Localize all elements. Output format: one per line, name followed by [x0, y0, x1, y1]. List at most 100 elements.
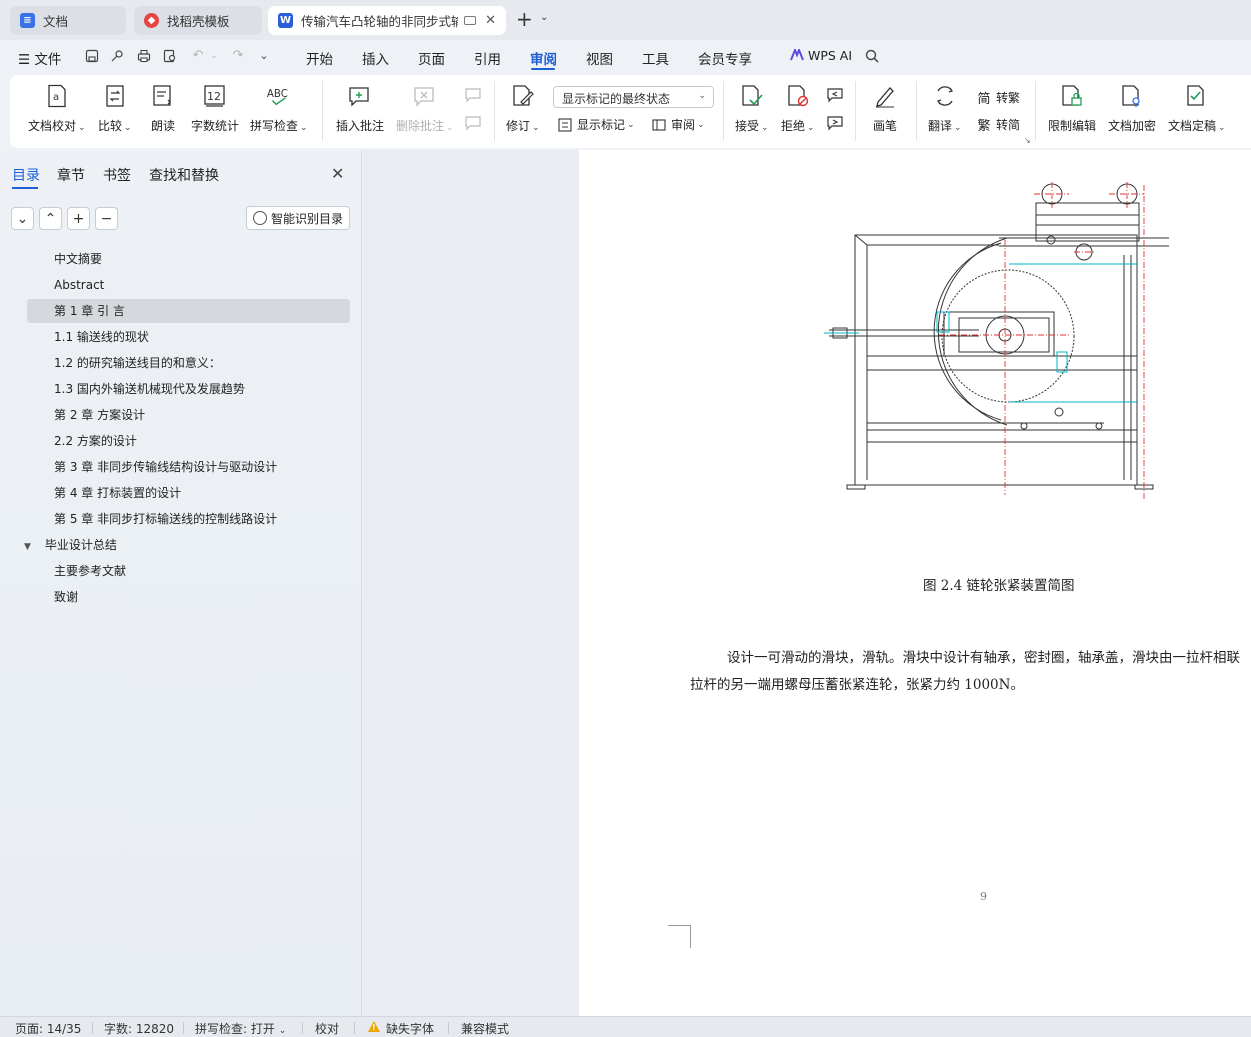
group-divider — [1035, 81, 1036, 141]
group-dialog-launcher-icon[interactable]: ↘ — [1024, 136, 1031, 145]
document-canvas[interactable]: 图 2.4 链轮张紧装置简图 设计一可滑动的滑块，滑轨。滑块中设计有轴承，密封圈… — [363, 150, 1251, 1016]
traditional-chinese-icon: 简 — [977, 92, 991, 107]
toc-item[interactable]: 第 1 章 引 言 — [0, 298, 362, 324]
compat-mode-status[interactable]: 兼容模式 — [461, 1020, 509, 1037]
add-heading-plus-icon[interactable]: + — [67, 207, 90, 230]
toc-item[interactable]: 2.2 方案的设计 — [0, 428, 362, 454]
chevron-down-icon: ⌄ — [697, 119, 705, 130]
tab-docer-templates[interactable]: ◆ 找稻壳模板 — [134, 6, 262, 35]
toc-item[interactable]: Abstract — [0, 272, 362, 298]
compare-icon — [102, 83, 128, 109]
chevron-down-icon[interactable]: ⌄ — [540, 12, 548, 23]
to-traditional-button[interactable]: 简 转繁 — [976, 89, 1020, 107]
translate-button[interactable]: 翻译 ⌄ — [928, 83, 962, 134]
expand-chevron-up-icon[interactable]: ⌃ — [39, 207, 62, 230]
word-count-indicator[interactable]: 字数: 12820 — [104, 1020, 174, 1037]
page-indicator[interactable]: 页面: 14/35 — [15, 1020, 81, 1037]
quick-access-more-icon[interactable]: ⌄ — [257, 49, 271, 63]
toc-item[interactable]: 第 2 章 方案设计 — [0, 402, 362, 428]
read-aloud-button[interactable]: 朗读 — [150, 83, 176, 134]
redo-icon[interactable]: ↷ — [231, 49, 245, 63]
toc-item[interactable]: 第 5 章 非同步打标输送线的控制线路设计 — [0, 506, 362, 532]
to-simplified-button[interactable]: 繁 转简 — [976, 116, 1020, 134]
search-icon[interactable] — [865, 49, 879, 63]
tab-bookmarks[interactable]: 书签 — [103, 165, 131, 185]
insert-comment-button[interactable]: 插入批注 — [336, 83, 384, 134]
pen-button[interactable]: 画笔 — [872, 83, 898, 134]
next-comment-icon[interactable] — [464, 115, 482, 131]
tab-current-document[interactable]: W 传输汽车凸轮轴的非同步式输送 ✕ — [268, 6, 506, 35]
tab-toc[interactable]: 目录 — [12, 165, 40, 185]
menu-home[interactable]: 开始 — [306, 48, 333, 68]
wps-ai-button[interactable]: WPS AI — [790, 47, 852, 64]
doc-finalize-button[interactable]: 文档定稿 ⌄ — [1168, 83, 1226, 134]
close-icon[interactable]: ✕ — [485, 13, 496, 28]
menu-review[interactable]: 审阅 — [530, 48, 557, 68]
menu-insert[interactable]: 插入 — [362, 48, 389, 68]
delete-comment-button[interactable]: 删除批注 ⌄ — [396, 83, 454, 134]
toc-item[interactable]: ▼ 毕业设计总结 — [0, 532, 362, 558]
menu-page[interactable]: 页面 — [418, 48, 445, 68]
smart-toc-button[interactable]: 智能识别目录 — [246, 206, 350, 230]
undo-icon[interactable]: ↶ — [191, 49, 205, 63]
menu-member[interactable]: 会员专享 — [698, 48, 752, 68]
toc-item[interactable]: 1.3 国内外输送机械现代及发展趋势 — [0, 376, 362, 402]
doc-encrypt-button[interactable]: 文档加密 — [1108, 83, 1156, 134]
compare-button[interactable]: 比较 ⌄ — [98, 83, 132, 134]
accept-button[interactable]: 接受 ⌄ — [735, 83, 769, 134]
track-changes-button[interactable]: 修订 ⌄ — [506, 83, 540, 134]
close-icon[interactable]: ✕ — [331, 164, 344, 183]
toc-item[interactable]: 第 3 章 非同步传输线结构设计与驱动设计 — [0, 454, 362, 480]
spell-check-status[interactable]: 拼写检查: 打开 ⌄ — [195, 1020, 286, 1037]
markup-state-select[interactable]: 显示标记的最终状态 ⌄ — [553, 86, 714, 108]
collapse-chevron-down-icon[interactable]: ⌄ — [11, 207, 34, 230]
menu-view[interactable]: 视图 — [586, 48, 613, 68]
print-preview-icon[interactable] — [163, 49, 177, 63]
chevron-down-icon: ⌄ — [78, 123, 86, 133]
document-page[interactable]: 图 2.4 链轮张紧装置简图 设计一可滑动的滑块，滑轨。滑块中设计有轴承，密封圈… — [579, 150, 1251, 1016]
restrict-editing-button[interactable]: 限制编辑 — [1048, 83, 1096, 134]
new-tab-plus-icon[interactable]: + — [516, 9, 533, 29]
monitor-icon[interactable] — [464, 16, 476, 25]
expand-arrow-icon[interactable]: ▼ — [24, 542, 31, 552]
previous-comment-icon[interactable] — [464, 87, 482, 103]
review-pane-icon — [651, 117, 667, 133]
spell-check-button[interactable]: ABC 拼写检查 ⌄ — [250, 83, 308, 134]
toc-item[interactable]: 致谢 — [0, 584, 362, 610]
share-icon[interactable] — [110, 49, 124, 63]
reject-button[interactable]: 拒绝 ⌄ — [781, 83, 815, 134]
print-icon[interactable] — [137, 49, 151, 63]
menu-references[interactable]: 引用 — [474, 48, 501, 68]
save-icon[interactable] — [85, 49, 99, 63]
active-menu-indicator — [531, 68, 555, 70]
toc-item[interactable]: 中文摘要 — [0, 246, 362, 272]
tab-sections[interactable]: 章节 — [57, 165, 85, 185]
toc-item-label: 第 1 章 引 言 — [54, 304, 125, 318]
smart-toc-icon — [253, 211, 267, 225]
chevron-down-icon: ⌄ — [954, 123, 962, 133]
review-pane-button[interactable]: 审阅 ⌄ — [651, 116, 705, 133]
proofread-status[interactable]: 校对 — [315, 1020, 339, 1037]
menu-tools[interactable]: 工具 — [642, 48, 669, 68]
tab-docs[interactable]: ≡ 文档 — [10, 6, 126, 35]
toc-item[interactable]: 第 4 章 打标装置的设计 — [0, 480, 362, 506]
toc-item-label: 第 4 章 打标装置的设计 — [54, 486, 182, 500]
compare-label: 比较 — [98, 119, 123, 133]
toc-item-label: 主要参考文献 — [54, 564, 127, 578]
doc-finalize-label: 文档定稿 — [1168, 119, 1217, 133]
show-markup-button[interactable]: 显示标记 ⌄ — [557, 116, 635, 133]
previous-change-icon[interactable] — [826, 87, 844, 103]
tab-find-replace[interactable]: 查找和替换 — [149, 165, 219, 185]
file-menu[interactable]: ☰ 文件 — [18, 48, 61, 68]
toc-item[interactable]: 1.1 输送线的现状 — [0, 324, 362, 350]
toc-item[interactable]: 1.2 的研究输送线目的和意义： — [0, 350, 362, 376]
insert-comment-label: 插入批注 — [336, 119, 385, 133]
undo-dropdown-icon[interactable]: ⌄ — [207, 49, 221, 63]
toc-item[interactable]: 主要参考文献 — [0, 558, 362, 584]
missing-fonts-status[interactable]: 缺失字体 — [386, 1020, 434, 1037]
doc-proof-button[interactable]: a 文档校对 ⌄ — [28, 83, 86, 134]
remove-heading-minus-icon[interactable]: − — [95, 207, 118, 230]
next-change-icon[interactable] — [826, 115, 844, 131]
word-count-button[interactable]: 12 字数统计 — [191, 83, 239, 134]
track-changes-label: 修订 — [506, 119, 531, 133]
